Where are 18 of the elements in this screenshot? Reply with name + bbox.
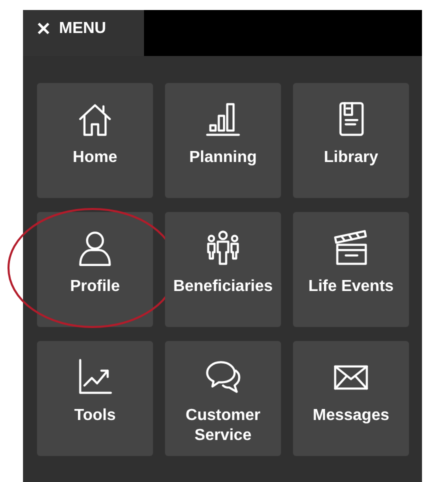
- menu-tile[interactable]: Library: [293, 83, 409, 198]
- menu-tile[interactable]: Home: [37, 83, 153, 198]
- menu-tile[interactable]: Messages: [293, 341, 409, 456]
- menu-tab[interactable]: ✕ MENU: [23, 10, 144, 56]
- menu-tile[interactable]: Customer Service: [165, 341, 281, 456]
- menu-title: MENU: [59, 20, 106, 38]
- people-icon: [204, 229, 242, 267]
- person-icon: [76, 229, 114, 267]
- menu-tile[interactable]: Life Events: [293, 212, 409, 327]
- line-chart-icon: [76, 358, 114, 396]
- menu-tile[interactable]: Profile: [37, 212, 153, 327]
- menu-tile[interactable]: Planning: [165, 83, 281, 198]
- speech-bubbles-icon: [204, 358, 242, 396]
- close-icon[interactable]: ✕: [36, 20, 51, 38]
- menu-tile[interactable]: Tools: [37, 341, 153, 456]
- bar-chart-icon: [204, 100, 242, 138]
- menu-tile[interactable]: Beneficiaries: [165, 212, 281, 327]
- clapperboard-icon: [332, 229, 370, 267]
